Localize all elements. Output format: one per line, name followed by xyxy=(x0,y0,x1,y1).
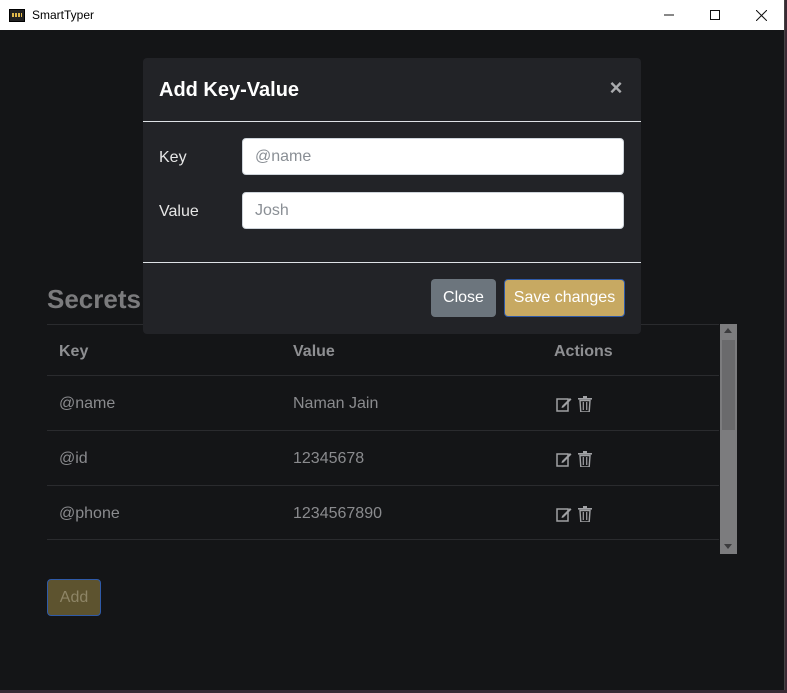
window-close-button[interactable] xyxy=(738,0,784,30)
scroll-up-arrow[interactable] xyxy=(720,324,737,338)
row-key: @name xyxy=(59,395,116,412)
modal-footer: Close Save changes xyxy=(143,262,641,335)
row-key: @id xyxy=(59,450,88,467)
page-heading: Secrets xyxy=(47,284,141,314)
edit-icon[interactable] xyxy=(556,396,572,412)
table-row: @name Naman Jain xyxy=(47,375,719,430)
trash-icon[interactable] xyxy=(578,451,594,468)
minimize-button[interactable] xyxy=(646,0,692,30)
main-content: Secrets Key Value Actions @name Naman Ja… xyxy=(0,30,784,690)
add-button[interactable]: Add xyxy=(47,579,101,616)
table-divider xyxy=(47,539,719,540)
scroll-down-arrow[interactable] xyxy=(720,540,737,554)
table-row: @id 12345678 xyxy=(47,430,719,485)
row-key: @phone xyxy=(59,505,120,522)
key-input[interactable] xyxy=(242,138,624,175)
maximize-button[interactable] xyxy=(692,0,738,30)
table-scrollbar[interactable] xyxy=(720,324,737,554)
column-header-value: Value xyxy=(293,343,335,360)
edit-icon[interactable] xyxy=(556,451,572,467)
app-window: SmartTyper Secrets Key Value Actions @na… xyxy=(0,0,785,690)
value-input[interactable] xyxy=(242,192,624,229)
scroll-thumb[interactable] xyxy=(722,340,735,430)
app-icon xyxy=(9,8,25,22)
column-header-actions: Actions xyxy=(554,343,613,360)
edit-icon[interactable] xyxy=(556,506,572,522)
modal-header: Add Key-Value × xyxy=(143,58,641,122)
row-value: Naman Jain xyxy=(293,395,379,412)
add-key-value-modal: Add Key-Value × Key Value Close Save cha… xyxy=(143,58,641,334)
key-label: Key xyxy=(159,149,187,166)
trash-icon[interactable] xyxy=(578,396,594,413)
secrets-table: Key Value Actions @name Naman Jain @id 1… xyxy=(47,322,737,554)
close-icon xyxy=(755,9,767,21)
window-title: SmartTyper xyxy=(32,8,95,22)
maximize-icon xyxy=(710,10,720,20)
table-row: @phone 1234567890 xyxy=(47,485,719,540)
minimize-icon xyxy=(664,14,674,16)
save-changes-button[interactable]: Save changes xyxy=(504,279,625,317)
row-value: 1234567890 xyxy=(293,505,382,522)
column-header-key: Key xyxy=(59,343,89,360)
title-bar: SmartTyper xyxy=(0,0,784,30)
modal-title: Add Key-Value xyxy=(159,79,300,101)
trash-icon[interactable] xyxy=(578,506,594,523)
value-label: Value xyxy=(159,203,199,220)
close-button[interactable]: Close xyxy=(431,279,496,317)
row-value: 12345678 xyxy=(293,450,365,467)
modal-close-icon[interactable]: × xyxy=(606,77,626,99)
